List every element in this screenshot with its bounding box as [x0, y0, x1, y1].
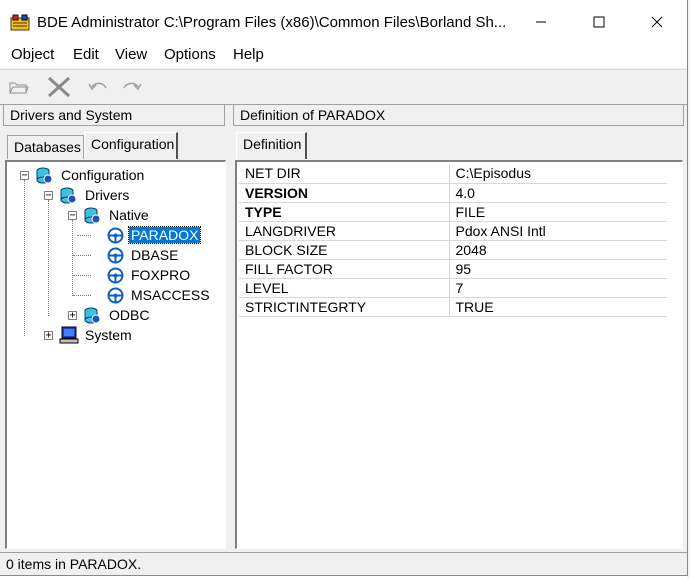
definition-value[interactable]: 2048 [449, 240, 667, 260]
definition-key: NET DIR [239, 164, 450, 184]
definition-key: BLOCK SIZE [239, 240, 450, 260]
minimize-button[interactable] [512, 0, 570, 44]
definition-row[interactable]: BLOCK SIZE 2048 [239, 240, 667, 260]
menu-object[interactable]: Object [11, 46, 54, 63]
driver-icon [107, 267, 124, 284]
close-button[interactable] [628, 0, 686, 44]
definition-value[interactable]: 95 [449, 259, 667, 279]
menu-edit[interactable]: Edit [73, 46, 99, 63]
definition-key: TYPE [239, 202, 450, 222]
close-icon [651, 16, 663, 28]
menu-view[interactable]: View [115, 46, 147, 63]
definition-key: VERSION [239, 183, 450, 203]
definition-row[interactable]: NET DIR C:\Episodus [239, 164, 667, 184]
tree-label-msaccess: MSACCESS [131, 287, 210, 303]
native-icon [84, 207, 101, 224]
configuration-tree: − Configuration − Drivers − Native PARAD… [5, 160, 226, 549]
minimize-icon [536, 21, 546, 23]
left-panel-header: Drivers and System [3, 104, 225, 126]
expand-icon[interactable]: + [44, 331, 53, 341]
undo-icon [88, 82, 107, 91]
tree-line [73, 275, 91, 276]
drivers-icon [60, 187, 77, 204]
definition-row[interactable]: VERSION 4.0 [239, 183, 667, 203]
configuration-icon [36, 167, 53, 184]
tree-line [72, 220, 73, 296]
right-panel-header: Definition of PARADOX [233, 104, 684, 126]
collapse-icon[interactable]: − [68, 211, 77, 221]
tree-label-foxpro: FOXPRO [131, 267, 191, 283]
definition-row[interactable]: STRICTINTEGRTY TRUE [239, 297, 667, 317]
window-title: BDE Administrator C:\Program Files (x86)… [37, 14, 507, 31]
delete-x-icon [47, 76, 71, 98]
tree-line [24, 180, 25, 336]
collapse-icon[interactable]: − [44, 191, 53, 201]
menu-options[interactable]: Options [164, 46, 216, 63]
tree-label-paradox: PARADOX [127, 226, 202, 244]
definition-key: LANGDRIVER [239, 221, 450, 241]
status-text: 0 items in PARADOX. [6, 556, 142, 572]
tree-label-drivers: Drivers [85, 187, 130, 203]
definition-value[interactable]: C:\Episodus [449, 164, 667, 184]
tree-label-system: System [85, 327, 132, 343]
definition-row[interactable]: FILL FACTOR 95 [239, 259, 667, 279]
tab-definition[interactable]: Definition [236, 132, 307, 159]
open-folder-icon [9, 82, 29, 94]
tree-label-odbc: ODBC [109, 307, 150, 323]
toolbar [0, 69, 687, 105]
maximize-icon [593, 16, 605, 28]
definition-row[interactable]: LEVEL 7 [239, 278, 667, 298]
menu-bar: Object Edit View Options Help [0, 44, 687, 68]
definition-grid: NET DIR C:\Episodus VERSION 4.0 TYPE FILE LANG… [235, 160, 683, 549]
bde-administrator-window: BDE Administrator C:\Program Files (x86)… [0, 0, 688, 576]
redo-icon [123, 82, 142, 91]
tree-line [48, 200, 49, 316]
collapse-icon[interactable]: − [20, 171, 29, 181]
title-bar[interactable]: BDE Administrator C:\Program Files (x86)… [0, 0, 687, 44]
tree-line [77, 235, 91, 236]
driver-icon [107, 227, 124, 244]
definition-key: LEVEL [239, 278, 450, 298]
definition-key: FILL FACTOR [239, 259, 450, 279]
odbc-icon [84, 307, 101, 324]
definition-value[interactable]: 4.0 [449, 183, 667, 203]
definition-row[interactable]: LANGDRIVER Pdox ANSI Intl [239, 221, 667, 241]
undo-button[interactable] [86, 76, 110, 98]
tree-line [73, 255, 91, 256]
tree-label-native: Native [109, 207, 149, 223]
maximize-button[interactable] [570, 0, 628, 44]
driver-icon [107, 247, 124, 264]
delete-button[interactable] [45, 76, 73, 98]
driver-icon [107, 287, 124, 304]
tab-databases[interactable]: Databases [7, 135, 84, 159]
tab-configuration[interactable]: Configuration [84, 132, 178, 159]
tree-line [73, 295, 91, 296]
bde-app-icon [10, 14, 30, 31]
definition-table: NET DIR C:\Episodus VERSION 4.0 TYPE FILE LANG… [239, 164, 667, 317]
redo-button[interactable] [120, 76, 144, 98]
open-button[interactable] [8, 76, 30, 98]
tree-label-dbase: DBASE [131, 247, 179, 263]
definition-value[interactable]: TRUE [449, 297, 667, 317]
definition-value[interactable]: FILE [449, 202, 667, 222]
definition-key: STRICTINTEGRTY [239, 297, 450, 317]
tree-label-configuration: Configuration [61, 167, 145, 183]
definition-row[interactable]: TYPE FILE [239, 202, 667, 222]
definition-value[interactable]: Pdox ANSI Intl [449, 221, 667, 241]
expand-icon[interactable]: + [68, 311, 77, 321]
status-bar: 0 items in PARADOX. [0, 552, 687, 575]
definition-value[interactable]: 7 [449, 278, 667, 298]
menu-help[interactable]: Help [233, 46, 264, 63]
computer-icon [59, 326, 79, 344]
